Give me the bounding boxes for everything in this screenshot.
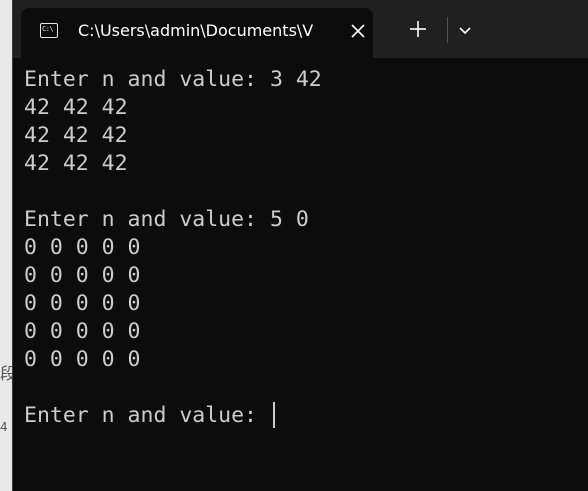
- console-line: 0 0 0 0 0: [24, 291, 141, 316]
- background-text-fragment: 4: [0, 420, 8, 434]
- console-output[interactable]: Enter n and value: 3 42 42 42 42 42 42 4…: [24, 66, 584, 430]
- close-icon[interactable]: [347, 20, 369, 42]
- console-line: 0 0 0 0 0: [24, 263, 141, 288]
- console-line: 42 42 42: [24, 123, 128, 148]
- title-bar: C:\ C:\Users\admin\Documents\V: [13, 0, 588, 58]
- console-line: Enter n and value: 5 0: [24, 207, 309, 232]
- console-line: 42 42 42: [24, 151, 128, 176]
- chevron-down-icon[interactable]: [455, 20, 475, 40]
- terminal-tab[interactable]: C:\ C:\Users\admin\Documents\V: [21, 8, 373, 58]
- terminal-icon: C:\: [40, 23, 58, 38]
- console-line: 0 0 0 0 0: [24, 319, 141, 344]
- console-prompt-line[interactable]: Enter n and value:: [24, 402, 584, 430]
- console-line: 42 42 42: [24, 95, 128, 120]
- tab-separator: [447, 17, 448, 43]
- console-prompt: Enter n and value:: [24, 403, 270, 428]
- plus-icon[interactable]: [407, 18, 429, 40]
- text-cursor: [272, 402, 275, 428]
- tab-title: C:\Users\admin\Documents\V: [78, 21, 314, 40]
- console-line: 0 0 0 0 0: [24, 347, 141, 372]
- console-line: 0 0 0 0 0: [24, 235, 141, 260]
- background-window-edge: [0, 0, 12, 491]
- console-line: Enter n and value: 3 42: [24, 67, 322, 92]
- terminal-window: C:\ C:\Users\admin\Documents\V Enter n a…: [12, 0, 588, 491]
